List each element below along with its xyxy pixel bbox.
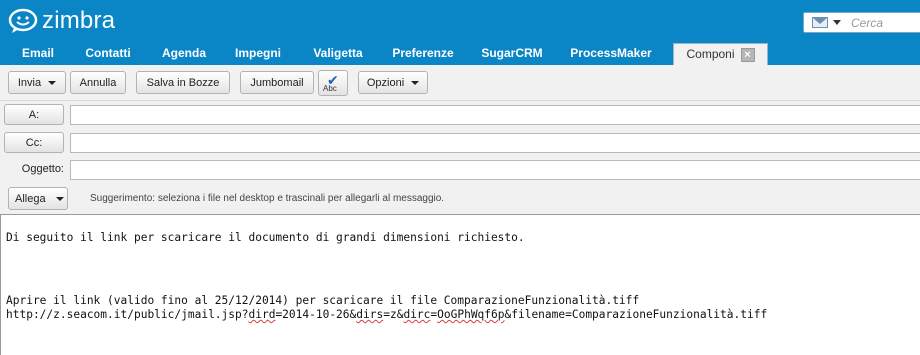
search-box[interactable]: Cerca [803,12,920,33]
chevron-down-icon[interactable] [411,80,420,85]
tab-processmaker[interactable]: ProcessMaker [566,43,656,65]
subject-field[interactable] [70,160,920,180]
jumbomail-button[interactable]: Jumbomail [240,71,314,94]
app-tab-bar: Email Contatti Agenda Impegni Valigetta … [0,43,920,65]
message-link-line: http://z.seacom.it/public/jmail.jsp?dird… [6,308,767,321]
to-button[interactable]: A: [4,104,64,125]
send-label: Invia [17,76,42,89]
tab-label: Agenda [161,46,206,60]
link-text: =2014-10-26& [275,308,357,321]
tab-calendar[interactable]: Agenda [156,43,212,65]
cc-button[interactable]: Cc: [4,132,64,153]
save-draft-label: Salva in Bozze [146,76,220,89]
tab-email[interactable]: Email [14,43,62,65]
tab-compose[interactable]: Componi × [673,43,768,65]
tab-briefcase[interactable]: Valigetta [306,43,370,65]
options-label: Opzioni [366,76,405,89]
link-text: &filename=ComparazioneFunzionalità.tiff [504,308,768,321]
zimbra-logo-icon [8,8,38,33]
cc-field[interactable] [70,133,920,153]
link-text: http://z.seacom.it/public/jmail.jsp? [6,308,249,321]
logo-text: zimbra [42,7,116,34]
spellcheck-button[interactable]: ✔ Abc [318,70,348,96]
mail-icon[interactable] [812,17,828,28]
tab-preferences[interactable]: Preferenze [388,43,458,65]
attach-button[interactable]: Allega [8,187,68,210]
subject-label: Oggetto: [21,163,64,175]
tab-tasks[interactable]: Impegni [230,43,286,65]
jumbomail-label: Jumbomail [250,76,304,89]
link-text: =z& [383,308,404,321]
search-input[interactable]: Cerca [851,16,883,30]
tab-label: Email [21,46,54,60]
chevron-down-icon[interactable] [55,196,64,201]
top-header: zimbra Cerca [0,0,920,43]
close-icon[interactable]: × [740,47,755,62]
chevron-down-icon[interactable] [48,80,57,85]
message-line: Di seguito il link per scaricare il docu… [6,231,525,244]
compose-toolbar: Invia Annulla Salva in Bozze Jumbomail ✔… [0,65,920,101]
compose-header-fields: A: Cc: Oggetto: Allega Suggerimento: sel… [0,101,920,214]
attach-label: Allega [15,192,46,205]
misspelled-word[interactable]: dirc [403,308,430,321]
zimbra-logo[interactable]: zimbra [8,6,115,36]
to-field[interactable] [70,105,920,125]
tab-sugarcrm[interactable]: SugarCRM [476,43,548,65]
cancel-button[interactable]: Annulla [70,71,126,94]
cancel-label: Annulla [79,76,117,89]
tab-label: ProcessMaker [570,46,652,60]
misspelled-word[interactable]: dird [248,308,275,321]
chevron-down-icon[interactable] [833,20,841,25]
tab-label: Preferenze [392,46,454,60]
tab-label: SugarCRM [481,46,543,60]
message-body-editor[interactable]: Di seguito il link per scaricare il docu… [0,214,920,355]
tab-label: Componi [686,47,735,61]
cc-label: Cc: [25,136,43,149]
tab-contacts[interactable]: Contatti [80,43,136,65]
tab-label: Valigetta [313,46,363,60]
tab-label: Impegni [234,46,281,60]
misspelled-word[interactable]: OoGPhWqf6p [437,308,504,321]
to-label: A: [28,108,40,121]
options-button[interactable]: Opzioni [358,71,428,94]
attach-hint: Suggerimento: seleziona i file nel deskt… [90,193,445,204]
message-line: Aprire il link (valido fino al 25/12/201… [6,294,640,307]
misspelled-word[interactable]: dirs [356,308,383,321]
spellcheck-label: Abc [323,84,337,93]
tab-label: Contatti [85,46,131,60]
send-button[interactable]: Invia [8,71,66,94]
save-draft-button[interactable]: Salva in Bozze [136,71,230,94]
